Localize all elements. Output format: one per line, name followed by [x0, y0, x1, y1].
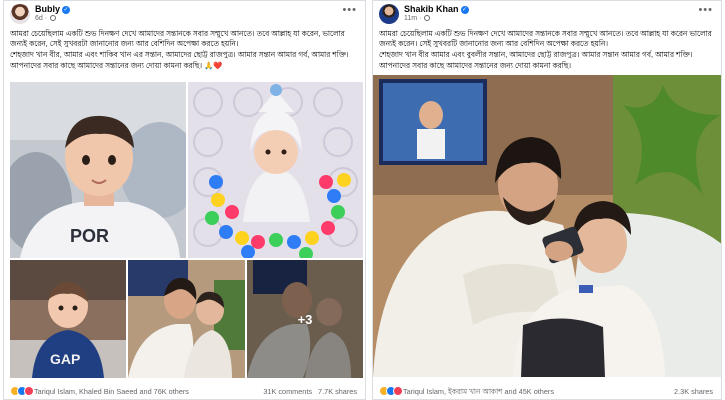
post-time[interactable]: 6d — [35, 15, 43, 22]
reaction-bar: Tariqul Islam, Khaled Bin Saeed and 76K … — [4, 384, 365, 398]
reaction-summary[interactable]: Tariqul Islam, Khaled Bin Saeed and 76K … — [34, 387, 189, 396]
svg-text:POR: POR — [70, 226, 109, 246]
avatar[interactable] — [10, 4, 30, 24]
photo-more[interactable]: +3 — [247, 260, 363, 378]
post-text-paragraph: শেহজাদ খান বীর, আমার এবং শাকিব খান এর সন… — [10, 50, 349, 70]
photo-baby-gap-sweater[interactable]: GAP — [10, 260, 126, 378]
post-header: Shakib Khan ✓ 11m · ••• — [373, 1, 721, 27]
globe-icon — [50, 15, 57, 21]
avatar[interactable] — [379, 4, 399, 24]
post-card-shakib-khan: Shakib Khan ✓ 11m · ••• আমরা চেয়েছিলাম এ… — [372, 0, 722, 400]
post-text-paragraph: শেহজাদ খান বীর আমার এবং বুবলীর সন্তান, আ… — [379, 50, 693, 70]
post-text-paragraph: আমরা চেয়েছিলাম একটি শুভ দিনক্ষণ দেখে আম… — [379, 29, 712, 49]
post-time[interactable]: 11m — [404, 15, 417, 22]
more-photos-count[interactable]: +3 — [247, 260, 363, 378]
svg-text:GAP: GAP — [50, 351, 80, 367]
shares-count[interactable]: 2.3K shares — [674, 387, 713, 396]
post-text: আমরা চেয়েছিলাম একটি শুভ দিনক্ষণ দেখে আম… — [379, 29, 715, 73]
more-options-icon[interactable]: ••• — [342, 4, 357, 16]
photo-baby-in-blanket[interactable]: POR — [10, 82, 186, 258]
reaction-bar: Tariqul Islam, ইকরাম খান আকাশ and 45K ot… — [373, 384, 721, 398]
comments-count[interactable]: 31K comments — [263, 387, 312, 396]
photo-father-and-son[interactable] — [128, 260, 245, 378]
post-card-bubly: Bubly ✓ 6d · ••• আমরা চেয়েছিলাম একটি শুভ… — [3, 0, 366, 400]
post-photo[interactable] — [373, 75, 721, 377]
photo-grid: POR GAP +3 — [10, 82, 363, 378]
author-name[interactable]: Bubly — [35, 4, 60, 14]
more-options-icon[interactable]: ••• — [698, 4, 713, 16]
shares-count[interactable]: 7.7K shares — [318, 387, 357, 396]
globe-icon — [424, 15, 431, 21]
photo-baby-in-ball-pit[interactable] — [188, 82, 363, 258]
author-name[interactable]: Shakib Khan — [404, 4, 459, 14]
verified-badge-icon: ✓ — [62, 6, 71, 14]
verified-badge-icon: ✓ — [460, 6, 469, 14]
love-reaction-icon — [393, 386, 403, 396]
post-header: Bubly ✓ 6d · ••• — [4, 1, 365, 27]
love-reaction-icon — [24, 386, 34, 396]
reaction-summary[interactable]: Tariqul Islam, ইকরাম খান আকাশ and 45K ot… — [403, 387, 554, 399]
post-text-paragraph: আমরা চেয়েছিলাম একটি শুভ দিনক্ষণ দেখে আম… — [10, 29, 345, 49]
